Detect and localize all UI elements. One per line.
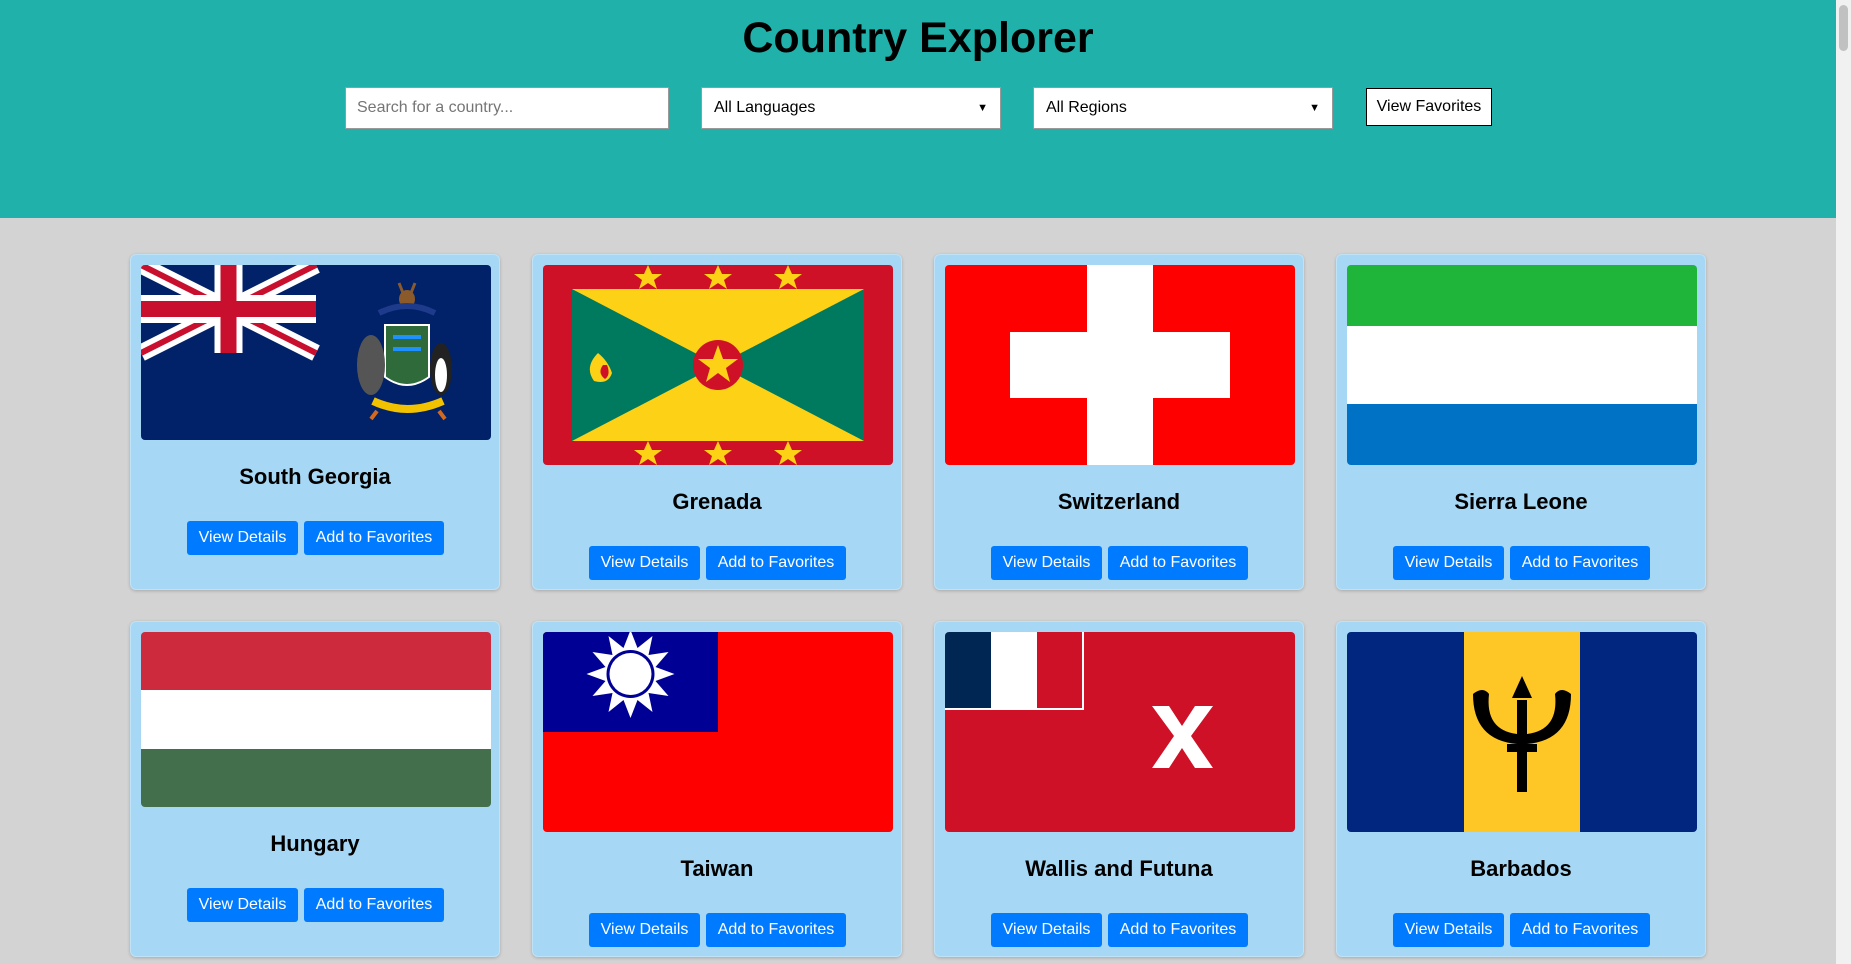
scrollbar-thumb[interactable] — [1839, 5, 1848, 51]
chevron-down-icon: ▼ — [1309, 102, 1320, 114]
country-card: Switzerland View Details Add to Favorite… — [934, 254, 1304, 590]
add-to-favorites-button[interactable]: Add to Favorites — [1108, 546, 1248, 580]
view-details-button[interactable]: View Details — [991, 546, 1102, 580]
view-details-button[interactable]: View Details — [187, 521, 298, 555]
language-select[interactable]: All Languages ▼ — [701, 87, 1001, 129]
country-name: Sierra Leone — [1454, 489, 1588, 514]
country-card: Taiwan View Details Add to Favorites — [532, 621, 902, 957]
view-details-button[interactable]: View Details — [589, 546, 700, 580]
view-details-button[interactable]: View Details — [1393, 546, 1504, 580]
region-select-value: All Regions — [1046, 99, 1127, 116]
language-select-value: All Languages — [714, 99, 816, 116]
country-name: Wallis and Futuna — [1025, 856, 1213, 881]
add-to-favorites-button[interactable]: Add to Favorites — [706, 546, 846, 580]
sierra-leone-flag-icon — [1347, 265, 1697, 465]
wallis-and-futuna-flag-icon — [945, 632, 1295, 832]
add-to-favorites-button[interactable]: Add to Favorites — [1510, 913, 1650, 947]
south-georgia-flag-icon — [141, 265, 491, 440]
country-name: Grenada — [672, 489, 762, 514]
switzerland-flag-icon — [945, 265, 1295, 465]
chevron-down-icon: ▼ — [977, 102, 988, 114]
country-name: Switzerland — [1057, 489, 1181, 514]
hungary-flag-icon — [141, 632, 491, 807]
country-card: Sierra Leone View Details Add to Favorit… — [1336, 254, 1706, 590]
page-scrollbar[interactable] — [1836, 0, 1851, 964]
country-name: South Georgia — [239, 464, 391, 489]
view-details-button[interactable]: View Details — [187, 888, 298, 922]
country-card: South Georgia View Details Add to Favori… — [130, 254, 500, 590]
country-name: Taiwan — [680, 856, 754, 881]
header: Country Explorer All Languages ▼ All Reg… — [0, 0, 1836, 218]
view-details-button[interactable]: View Details — [991, 913, 1102, 947]
add-to-favorites-button[interactable]: Add to Favorites — [1510, 546, 1650, 580]
page-title: Country Explorer — [742, 14, 1094, 62]
region-select[interactable]: All Regions ▼ — [1033, 87, 1333, 129]
country-name: Barbados — [1470, 856, 1572, 881]
country-card: Wallis and Futuna View Details Add to Fa… — [934, 621, 1304, 957]
add-to-favorites-button[interactable]: Add to Favorites — [304, 521, 444, 555]
taiwan-flag-icon — [543, 632, 893, 832]
barbados-flag-icon — [1347, 632, 1697, 832]
country-card: Grenada View Details Add to Favorites — [532, 254, 902, 590]
view-favorites-button[interactable]: View Favorites — [1366, 88, 1492, 126]
view-details-button[interactable]: View Details — [589, 913, 700, 947]
add-to-favorites-button[interactable]: Add to Favorites — [1108, 913, 1248, 947]
country-name: Hungary — [270, 831, 360, 856]
country-card: Hungary View Details Add to Favorites — [130, 621, 500, 957]
add-to-favorites-button[interactable]: Add to Favorites — [304, 888, 444, 922]
add-to-favorites-button[interactable]: Add to Favorites — [706, 913, 846, 947]
country-card: Barbados View Details Add to Favorites — [1336, 621, 1706, 957]
search-input[interactable] — [345, 87, 669, 129]
grenada-flag-icon — [543, 265, 893, 465]
view-details-button[interactable]: View Details — [1393, 913, 1504, 947]
